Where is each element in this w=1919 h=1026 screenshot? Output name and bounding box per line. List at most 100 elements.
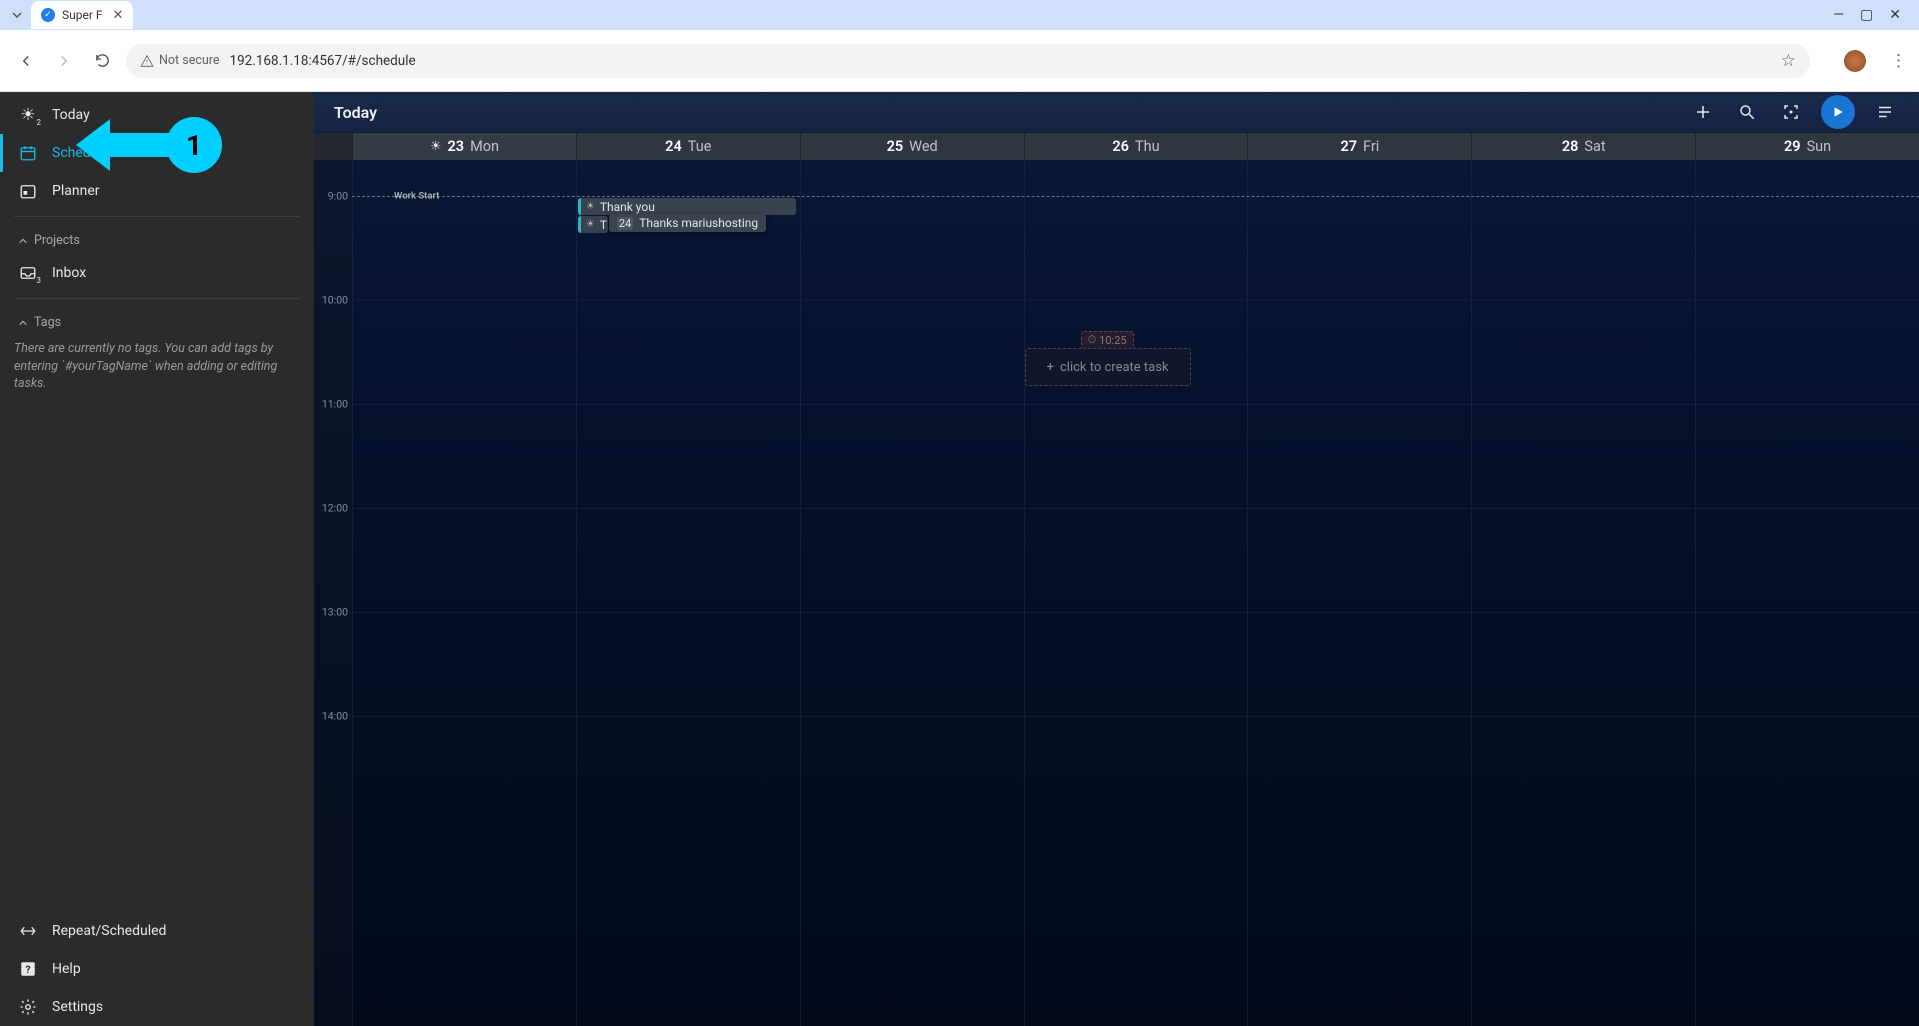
topbar: Today	[314, 92, 1919, 132]
day-col-thu[interactable]: ⏱10:25 + click to create task	[1024, 160, 1248, 1026]
back-button[interactable]	[12, 47, 40, 75]
sidebar-item-label: Help	[52, 961, 81, 977]
profile-avatar[interactable]	[1844, 50, 1866, 72]
time-label: 13:00	[322, 606, 348, 619]
day-header-wed[interactable]: 25Wed	[800, 133, 1024, 160]
sidebar-item-inbox[interactable]: 3 Inbox	[0, 254, 314, 292]
day-header-sat[interactable]: 28Sat	[1471, 133, 1695, 160]
time-label: 10:00	[322, 294, 348, 307]
browser-chrome: ✓ Super F ✕ — ▢ ✕ Not secure 192.168.1.1…	[0, 0, 1919, 92]
browser-tab[interactable]: ✓ Super F ✕	[31, 1, 133, 29]
day-col-wed[interactable]	[800, 160, 1024, 1026]
sidebar-item-label: Settings	[52, 999, 103, 1015]
day-col-sun[interactable]	[1695, 160, 1919, 1026]
bookmark-star-icon[interactable]: ☆	[1781, 51, 1796, 71]
repeat-icon	[18, 921, 38, 941]
sidebar-divider	[14, 298, 300, 299]
add-button[interactable]	[1689, 98, 1717, 126]
day-col-tue[interactable]: ☀ Thank you ☀ T 24 Thanks mariushosting	[576, 160, 800, 1026]
time-label: 12:00	[322, 502, 348, 515]
address-bar-row: Not secure 192.168.1.18:4567/#/schedule …	[0, 30, 1919, 92]
tooltip-text: Thanks mariushosting	[639, 216, 758, 230]
tab-favicon-icon: ✓	[41, 8, 55, 22]
sidebar-item-settings[interactable]: Settings	[0, 988, 314, 1026]
inbox-icon: 3	[18, 263, 38, 283]
sidebar-item-label: Inbox	[52, 265, 86, 281]
maximize-icon[interactable]: ▢	[1860, 7, 1873, 23]
sidebar-section-tags[interactable]: Tags	[0, 305, 314, 336]
forward-button[interactable]	[50, 47, 78, 75]
calendar-event[interactable]: ☀ T	[578, 216, 608, 233]
sun-icon: ☀	[586, 219, 595, 230]
minimize-icon[interactable]: —	[1833, 7, 1844, 23]
tab-close-icon[interactable]: ✕	[113, 8, 124, 23]
day-header-tue[interactable]: 24Tue	[576, 133, 800, 160]
focus-button[interactable]	[1777, 98, 1805, 126]
security-indicator[interactable]: Not secure	[140, 53, 220, 68]
gear-icon	[18, 997, 38, 1017]
ghost-time: ⏱10:25	[1081, 331, 1134, 348]
plus-icon: +	[1047, 360, 1054, 375]
calendar-small-icon: 24	[617, 217, 633, 230]
chevron-icon	[18, 318, 28, 328]
close-window-icon[interactable]: ✕	[1889, 7, 1901, 23]
topbar-actions	[1689, 95, 1899, 129]
event-title: T	[600, 218, 607, 232]
notes-button[interactable]	[1871, 98, 1899, 126]
url-text: 192.168.1.18:4567/#/schedule	[230, 53, 416, 69]
sidebar-section-projects[interactable]: Projects	[0, 223, 314, 254]
sidebar-item-planner[interactable]: Planner	[0, 172, 314, 210]
create-task-ghost[interactable]: ⏱10:25 + click to create task	[1025, 328, 1191, 386]
day-header-sun[interactable]: 29Sun	[1695, 133, 1919, 160]
day-col-sat[interactable]	[1471, 160, 1695, 1026]
day-header-fri[interactable]: 27Fri	[1247, 133, 1471, 160]
sidebar-section-label: Tags	[34, 315, 61, 330]
sidebar-tags-empty: There are currently no tags. You can add…	[0, 336, 314, 397]
sidebar-item-repeat[interactable]: Repeat/Scheduled	[0, 912, 314, 950]
clock-icon: ⏱	[1088, 333, 1097, 347]
sun-icon: ☀	[430, 139, 442, 154]
search-button[interactable]	[1733, 98, 1761, 126]
app-container: ☀2 Today Schedule Planner Projects 3	[0, 92, 1919, 1026]
annotation-number: 1	[166, 117, 222, 173]
time-label: 9:00	[328, 190, 348, 203]
time-label: 14:00	[322, 710, 348, 723]
main-content: Today ☀	[314, 92, 1919, 1026]
tab-dropdown-icon[interactable]	[7, 5, 27, 25]
planner-icon	[18, 181, 38, 201]
sidebar-item-label: Planner	[52, 183, 99, 199]
calendar-icon	[18, 143, 38, 163]
tab-title: Super F	[62, 8, 103, 22]
day-col-fri[interactable]	[1247, 160, 1471, 1026]
page-title: Today	[334, 103, 377, 122]
calendar-header: ☀ 23 Mon 24Tue 25Wed 26Thu 27Fri 28Sat 2…	[314, 132, 1919, 160]
play-button[interactable]	[1821, 95, 1855, 129]
svg-text:?: ?	[25, 963, 30, 976]
browser-menu-icon[interactable]: ⋮	[1890, 51, 1907, 71]
day-header-thu[interactable]: 26Thu	[1024, 133, 1248, 160]
time-gutter: 9:00 10:00 11:00 12:00 13:00 14:00	[314, 160, 352, 1026]
calendar-days: Work Start ☀ Thank you ☀ T 24	[352, 160, 1919, 1026]
calendar-event[interactable]: ☀ Thank you	[578, 198, 796, 215]
calendar-body: 9:00 10:00 11:00 12:00 13:00 14:00 Work …	[314, 160, 1919, 1026]
annotation-arrow: 1	[110, 117, 222, 173]
sidebar-section-label: Projects	[34, 233, 80, 248]
sun-icon: ☀	[586, 201, 595, 212]
event-title: Thank you	[600, 200, 655, 214]
sidebar-item-help[interactable]: ? Help	[0, 950, 314, 988]
chevron-icon	[18, 236, 28, 246]
reload-button[interactable]	[88, 47, 116, 75]
time-label: 11:00	[322, 398, 348, 411]
day-header-mon[interactable]: ☀ 23 Mon	[352, 133, 576, 160]
sun-icon: ☀2	[18, 105, 38, 125]
address-bar[interactable]: Not secure 192.168.1.18:4567/#/schedule …	[126, 44, 1810, 78]
event-tooltip: 24 Thanks mariushosting	[609, 214, 766, 232]
help-icon: ?	[18, 959, 38, 979]
warning-icon	[140, 54, 154, 68]
ghost-label: click to create task	[1060, 360, 1169, 375]
window-controls: — ▢ ✕	[1833, 7, 1919, 23]
security-label: Not secure	[159, 53, 220, 68]
day-col-mon[interactable]	[352, 160, 576, 1026]
sidebar-divider	[14, 216, 300, 217]
tab-bar: ✓ Super F ✕ — ▢ ✕	[0, 0, 1919, 30]
